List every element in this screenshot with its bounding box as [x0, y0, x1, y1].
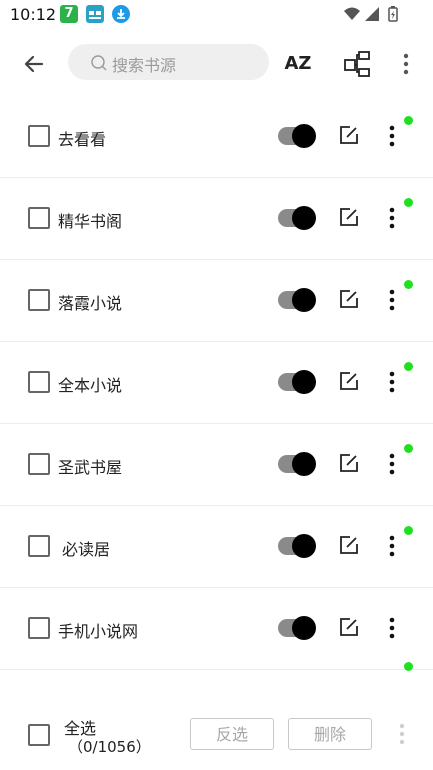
- status-bar: 10:12 7: [0, 0, 433, 30]
- delete-button[interactable]: 删除: [288, 718, 372, 750]
- edit-icon[interactable]: [338, 206, 360, 228]
- status-dot: [404, 198, 413, 207]
- group-button[interactable]: [342, 48, 374, 80]
- source-row[interactable]: 去看看: [0, 96, 433, 178]
- selection-count: （0/1056）: [68, 738, 151, 756]
- edit-icon[interactable]: [338, 370, 360, 392]
- edit-icon[interactable]: [338, 534, 360, 556]
- app-notification-icon: 7: [60, 5, 78, 23]
- source-name: 落霞小说: [58, 294, 123, 313]
- switch-knob: [292, 370, 316, 394]
- source-checkbox[interactable]: [28, 535, 50, 557]
- source-checkbox[interactable]: [28, 453, 50, 475]
- toolbar: 搜索书源 AZ: [0, 38, 433, 88]
- status-dot: [404, 526, 413, 535]
- source-row[interactable]: 圣武书屋: [0, 424, 433, 506]
- source-row[interactable]: 落霞小说: [0, 260, 433, 342]
- sort-button[interactable]: AZ: [282, 48, 314, 80]
- switch-knob: [292, 452, 316, 476]
- source-checkbox[interactable]: [28, 289, 50, 311]
- sort-az-icon: AZ: [284, 53, 312, 74]
- source-name: 去看看: [58, 130, 107, 149]
- switch-knob: [292, 206, 316, 230]
- select-all-checkbox[interactable]: [28, 724, 50, 746]
- row-more-icon[interactable]: [384, 288, 400, 312]
- source-list: 去看看 精华书阁 落霞小说 全本小说 圣武书屋 必读居 手机小说网: [0, 96, 433, 696]
- row-more-icon[interactable]: [384, 534, 400, 558]
- source-row[interactable]: 全本小说: [0, 342, 433, 424]
- status-dot: [404, 280, 413, 289]
- source-checkbox[interactable]: [28, 207, 50, 229]
- status-dot: [404, 116, 413, 125]
- status-dot: [404, 444, 413, 453]
- signal-icon: [365, 7, 379, 21]
- source-name: 精华书阁: [58, 212, 123, 231]
- status-dot: [404, 362, 413, 371]
- source-row[interactable]: 精华书阁: [0, 178, 433, 260]
- more-button[interactable]: [392, 48, 424, 80]
- source-checkbox[interactable]: [28, 371, 50, 393]
- edit-icon[interactable]: [338, 616, 360, 638]
- source-row[interactable]: 手机小说网: [0, 588, 433, 670]
- wifi-icon: [344, 7, 360, 20]
- reverse-selection-button[interactable]: 反选: [190, 718, 274, 750]
- app-notification-icon-2: [86, 5, 104, 23]
- source-name: 圣武书屋: [58, 458, 123, 477]
- switch-knob: [292, 534, 316, 558]
- bottom-action-bar: 全选 （0/1056） 反选 删除: [0, 700, 433, 770]
- bottom-more-icon[interactable]: [394, 722, 410, 746]
- more-vert-icon: [403, 53, 409, 75]
- status-dot: [404, 662, 413, 671]
- arrow-left-icon: [24, 55, 44, 73]
- row-more-icon[interactable]: [384, 452, 400, 476]
- row-more-icon[interactable]: [384, 370, 400, 394]
- source-row[interactable]: 必读居: [0, 506, 433, 588]
- source-name: 手机小说网: [58, 622, 139, 641]
- download-icon: [112, 5, 130, 23]
- switch-knob: [292, 124, 316, 148]
- source-checkbox[interactable]: [28, 617, 50, 639]
- switch-knob: [292, 288, 316, 312]
- row-more-icon[interactable]: [384, 616, 400, 640]
- switch-knob: [292, 616, 316, 640]
- edit-icon[interactable]: [338, 124, 360, 146]
- source-checkbox[interactable]: [28, 125, 50, 147]
- group-icon: [344, 51, 370, 77]
- row-more-icon[interactable]: [384, 124, 400, 148]
- source-name: 全本小说: [58, 376, 123, 395]
- search-input[interactable]: 搜索书源: [68, 44, 269, 80]
- status-indicators: [343, 5, 405, 27]
- source-row[interactable]: [0, 662, 433, 696]
- back-button[interactable]: [18, 48, 50, 80]
- row-more-icon[interactable]: [384, 206, 400, 230]
- edit-icon[interactable]: [338, 452, 360, 474]
- status-time: 10:12: [10, 5, 57, 24]
- source-name: 必读居: [62, 540, 111, 559]
- search-placeholder: 搜索书源: [112, 56, 177, 75]
- edit-icon[interactable]: [338, 288, 360, 310]
- search-icon: [90, 54, 108, 76]
